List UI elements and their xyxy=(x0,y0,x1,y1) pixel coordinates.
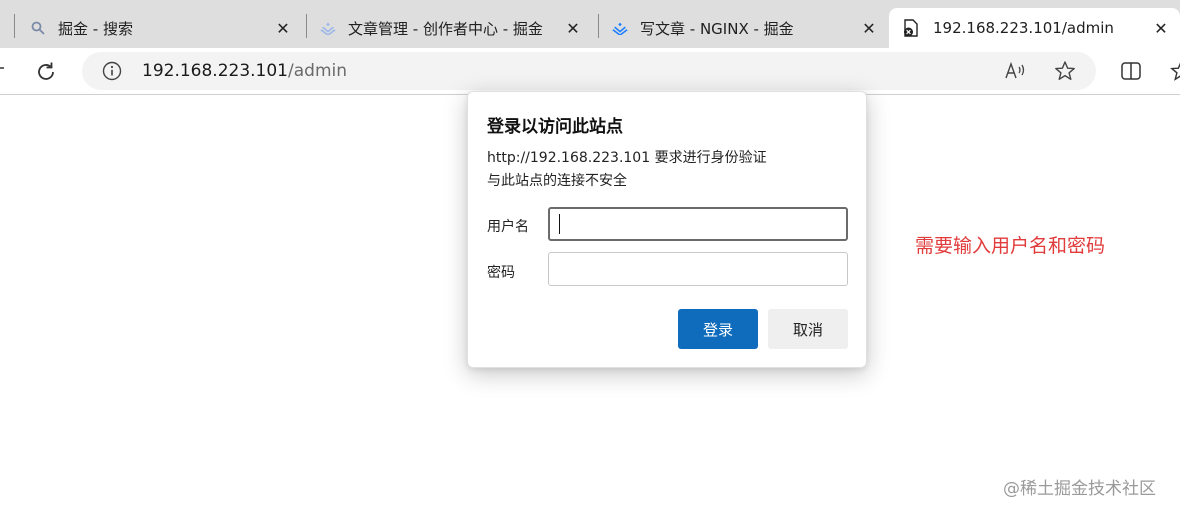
cancel-button[interactable]: 取消 xyxy=(768,309,848,349)
password-label: 密码 xyxy=(487,265,515,281)
password-field[interactable] xyxy=(548,252,848,286)
tab-title: 192.168.223.101/admin xyxy=(933,19,1114,37)
browser-toolbar: 192.168.223.101/admin xyxy=(0,48,1180,95)
tab-write-article[interactable]: 写文章 - NGINX - 掘金 ✕ xyxy=(612,8,888,48)
url-host: 192.168.223.101 xyxy=(142,61,289,81)
search-icon xyxy=(30,20,46,36)
tab-article-management[interactable]: 文章管理 - 创作者中心 - 掘金 ✕ xyxy=(320,8,592,48)
dialog-title: 登录以访问此站点 xyxy=(487,117,623,137)
tab-title: 掘金 - 搜索 xyxy=(58,19,133,38)
reload-icon[interactable] xyxy=(32,58,60,86)
username-label: 用户名 xyxy=(487,219,529,235)
dialog-insecure-message: 与此站点的连接不安全 xyxy=(487,173,627,189)
tab-admin[interactable]: 192.168.223.101/admin ✕ xyxy=(889,8,1180,48)
tab-strip: 掘金 - 搜索 ✕ 文章管理 - 创作者中心 - 掘金 ✕ 写文章 - NGIN… xyxy=(0,0,1180,48)
url-text[interactable]: 192.168.223.101/admin xyxy=(142,61,347,81)
username-field[interactable] xyxy=(548,207,848,241)
favorite-star-icon[interactable] xyxy=(1054,60,1076,82)
read-aloud-icon[interactable] xyxy=(1004,61,1028,81)
juejin-icon xyxy=(612,20,628,36)
page-insecure-icon xyxy=(903,19,919,37)
juejin-icon xyxy=(320,20,336,36)
tab-separator xyxy=(14,14,15,38)
auth-dialog: 登录以访问此站点 http://192.168.223.101 要求进行身份验证… xyxy=(467,91,867,368)
close-icon[interactable]: ✕ xyxy=(1150,17,1172,39)
tab-separator xyxy=(598,14,599,38)
split-screen-icon[interactable] xyxy=(1120,60,1142,82)
close-icon[interactable]: ✕ xyxy=(562,17,584,39)
close-icon[interactable]: ✕ xyxy=(272,17,294,39)
favorites-icon[interactable] xyxy=(1170,60,1180,82)
tab-title: 文章管理 - 创作者中心 - 掘金 xyxy=(348,19,543,38)
url-path: /admin xyxy=(288,61,348,81)
tab-juejin-search[interactable]: 掘金 - 搜索 ✕ xyxy=(30,8,302,48)
dialog-auth-message: http://192.168.223.101 要求进行身份验证 xyxy=(487,150,767,166)
annotation-note: 需要输入用户名和密码 xyxy=(915,235,1106,257)
login-button[interactable]: 登录 xyxy=(678,309,758,349)
close-icon[interactable]: ✕ xyxy=(858,17,880,39)
tab-separator xyxy=(306,14,307,38)
address-bar[interactable]: 192.168.223.101/admin xyxy=(82,52,1096,90)
tab-title: 写文章 - NGINX - 掘金 xyxy=(640,19,794,38)
info-icon[interactable] xyxy=(102,61,122,81)
back-icon[interactable] xyxy=(0,60,6,81)
watermark: @稀土掘金技术社区 xyxy=(1003,479,1156,499)
text-caret xyxy=(559,214,560,234)
